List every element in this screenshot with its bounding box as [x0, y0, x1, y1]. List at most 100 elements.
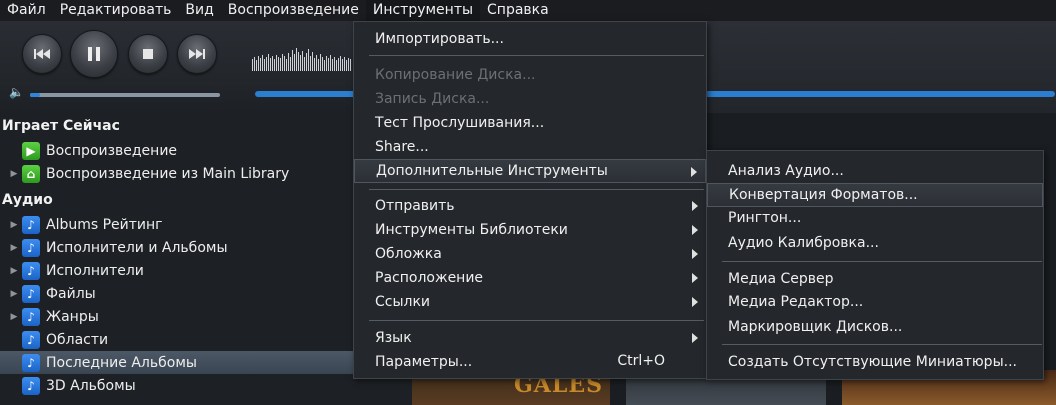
menu-item-label: Инструменты Библиотеки — [375, 222, 568, 238]
menu-item-label: Конвертация Форматов... — [729, 187, 918, 203]
menu-item-label: Обложка — [375, 246, 442, 262]
menu-item-label: Импортировать... — [375, 31, 504, 47]
menu-item-audio-analysis[interactable]: Анализ Аудио... — [707, 159, 1043, 183]
menu-item-media-server[interactable]: Медиа Сервер — [707, 267, 1043, 291]
volume-icon[interactable]: 🔈 — [9, 85, 24, 99]
menu-separator — [722, 261, 1042, 262]
expand-arrow-icon[interactable]: ▶ — [9, 220, 19, 230]
menu-item-media-editor[interactable]: Медиа Редактор... — [707, 290, 1043, 314]
menu-item-label: Анализ Аудио... — [728, 163, 844, 179]
tree-item-label: Исполнители и Альбомы — [46, 239, 228, 256]
menu-item-listening-test[interactable]: Тест Прослушивания... — [354, 111, 706, 135]
note-icon: ♪ — [22, 307, 40, 326]
pause-button[interactable] — [70, 30, 118, 78]
tree-item-recent-albums[interactable]: ♪ Последние Альбомы — [0, 351, 412, 374]
menu-item-options[interactable]: Параметры... Ctrl+O — [354, 350, 706, 374]
menu-item-label: Язык — [375, 330, 412, 346]
tree-item-label: Жанры — [46, 308, 99, 325]
tree-item-genres[interactable]: ▶ ♪ Жанры — [0, 305, 412, 328]
menu-item-links[interactable]: Ссылки — [354, 290, 706, 314]
expand-arrow-icon[interactable]: ▶ — [9, 266, 19, 276]
menu-item-label: Запись Диска... — [375, 91, 490, 107]
previous-button[interactable] — [22, 34, 62, 74]
tree-item-albums-rating[interactable]: ▶ ♪ Albums Рейтинг — [0, 213, 412, 236]
menu-item-disc-burn: Запись Диска... — [354, 87, 706, 111]
menu-item-label: Ссылки — [375, 294, 431, 310]
pause-icon — [88, 47, 100, 61]
menu-item-disc-copy: Копирование Диска... — [354, 63, 706, 87]
note-icon: ♪ — [22, 238, 40, 257]
tree-item-label: Воспроизведение из Main Library — [46, 165, 290, 182]
stop-button[interactable] — [128, 34, 168, 74]
menu-item-ringtone[interactable]: Рингтон... — [707, 206, 1043, 230]
waveform-visualizer — [252, 48, 351, 71]
menu-item-label: Аудио Калибровка... — [728, 235, 879, 251]
expand-arrow-icon[interactable]: ▶ — [9, 289, 19, 299]
menu-separator — [722, 344, 1042, 345]
note-icon: ♪ — [22, 261, 40, 280]
expand-arrow-icon[interactable]: ▶ — [9, 169, 19, 179]
tools-menu: Импортировать... Копирование Диска... За… — [353, 21, 707, 379]
sidebar-tree: Играет Сейчас ▶ Воспроизведение ▶ ⌂ Восп… — [0, 113, 412, 405]
skip-forward-icon — [189, 49, 205, 59]
menu-item-share[interactable]: Share... — [354, 135, 706, 159]
note-icon: ♪ — [22, 284, 40, 303]
menu-item-label: Маркировщик Дисков... — [728, 319, 903, 335]
menu-edit[interactable]: Редактировать — [53, 0, 179, 21]
menu-tools[interactable]: Инструменты — [365, 0, 481, 21]
menu-view[interactable]: Вид — [178, 0, 220, 21]
menu-item-language[interactable]: Язык — [354, 326, 706, 350]
menu-item-create-missing-thumbnails[interactable]: Создать Отсутствующие Миниатюры... — [707, 350, 1043, 374]
tree-item-playback-main-library[interactable]: ▶ ⌂ Воспроизведение из Main Library — [0, 162, 412, 185]
menu-item-label: Share... — [375, 139, 429, 155]
menu-item-layout[interactable]: Расположение — [354, 266, 706, 290]
menu-item-format-conversion[interactable]: Конвертация Форматов... — [707, 183, 1043, 207]
tree-item-areas[interactable]: ♪ Области — [0, 328, 412, 351]
menu-item-label: Медиа Редактор... — [728, 294, 864, 310]
menu-separator — [369, 189, 704, 190]
menu-help[interactable]: Справка — [480, 0, 556, 21]
additional-tools-submenu: Анализ Аудио... Конвертация Форматов... … — [706, 150, 1044, 380]
expand-arrow-icon[interactable]: ▶ — [9, 312, 19, 322]
player-background — [706, 21, 1056, 113]
menu-separator — [369, 55, 704, 56]
next-button[interactable] — [177, 34, 217, 74]
tree-item-artists-albums[interactable]: ▶ ♪ Исполнители и Альбомы — [0, 236, 412, 259]
submenu-arrow-icon — [692, 201, 698, 211]
menu-item-shortcut: Ctrl+O — [617, 353, 665, 369]
volume-slider-fill — [30, 93, 40, 97]
tree-item-playback[interactable]: ▶ Воспроизведение — [0, 139, 412, 162]
tree-item-label: Исполнители — [46, 262, 144, 279]
skip-back-icon — [34, 49, 50, 59]
note-icon: ♪ — [22, 215, 40, 234]
volume-slider[interactable] — [30, 93, 220, 97]
menu-file[interactable]: Файл — [0, 0, 53, 21]
menu-playback[interactable]: Воспроизведение — [221, 0, 366, 21]
note-icon: ♪ — [22, 353, 40, 372]
tree-item-label: Воспроизведение — [46, 142, 178, 159]
home-play-icon: ⌂ — [22, 164, 40, 183]
section-now-playing: Играет Сейчас — [2, 118, 120, 134]
menu-item-audio-calibration[interactable]: Аудио Калибровка... — [707, 231, 1043, 255]
menu-item-label: Копирование Диска... — [375, 67, 536, 83]
menu-item-send[interactable]: Отправить — [354, 194, 706, 218]
tree-item-files[interactable]: ▶ ♪ Файлы — [0, 282, 412, 305]
tree-item-label: Последние Альбомы — [46, 354, 197, 371]
tree-item-3d-albums[interactable]: ♪ 3D Альбомы — [0, 374, 412, 397]
menu-item-import[interactable]: Импортировать... — [354, 27, 706, 51]
submenu-arrow-icon — [692, 273, 698, 283]
expand-arrow-icon[interactable]: ▶ — [9, 243, 19, 253]
section-audio: Аудио — [2, 192, 53, 208]
tree-item-artists[interactable]: ▶ ♪ Исполнители — [0, 259, 412, 282]
menu-item-label: Дополнительные Инструменты — [376, 163, 608, 179]
tree-item-label: Файлы — [46, 285, 96, 302]
menu-item-cover-art[interactable]: Обложка — [354, 242, 706, 266]
tree-item-label: 3D Альбомы — [46, 377, 136, 394]
menu-item-label: Отправить — [375, 198, 455, 214]
menu-item-disc-labeler[interactable]: Маркировщик Дисков... — [707, 315, 1043, 339]
tree-item-label: Albums Рейтинг — [46, 216, 163, 233]
menu-item-library-tools[interactable]: Инструменты Библиотеки — [354, 218, 706, 242]
menu-item-additional-tools[interactable]: Дополнительные Инструменты — [354, 159, 706, 183]
menu-bar: Файл Редактировать Вид Воспроизведение И… — [0, 0, 1056, 21]
menu-separator — [369, 320, 704, 321]
